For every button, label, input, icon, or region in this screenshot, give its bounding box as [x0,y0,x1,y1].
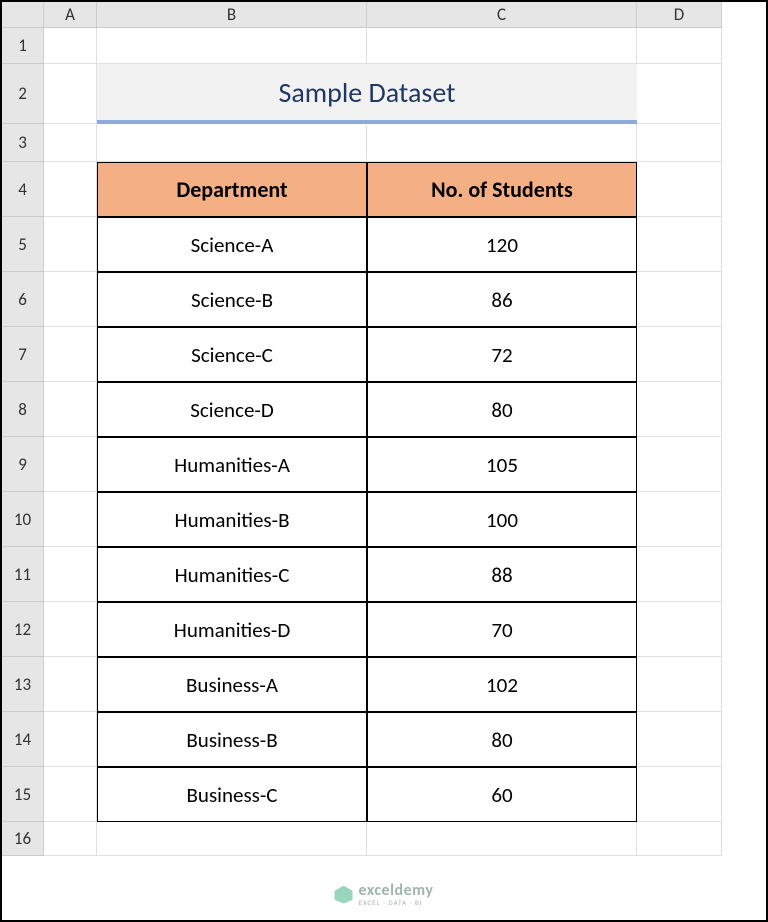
cell-A8[interactable] [44,382,97,437]
cell-D10[interactable] [637,492,722,547]
table-row[interactable]: 86 [367,272,637,327]
cell-B1[interactable] [97,28,367,64]
watermark-tagline: EXCEL · DATA · BI [359,899,434,906]
row-header-11[interactable]: 11 [2,547,44,602]
cell-A4[interactable] [44,162,97,217]
col-header-C[interactable]: C [367,2,637,28]
cell-B3[interactable] [97,124,367,162]
cell-A11[interactable] [44,547,97,602]
cell-D12[interactable] [637,602,722,657]
cell-A5[interactable] [44,217,97,272]
col-header-B[interactable]: B [97,2,367,28]
col-header-A[interactable]: A [44,2,97,28]
cell-D3[interactable] [637,124,722,162]
watermark: exceldemy EXCEL · DATA · BI [335,883,434,906]
table-row[interactable]: 70 [367,602,637,657]
cell-A6[interactable] [44,272,97,327]
col-header-D[interactable]: D [637,2,722,28]
row-header-13[interactable]: 13 [2,657,44,712]
table-row[interactable]: Business-A [97,657,367,712]
row-header-4[interactable]: 4 [2,162,44,217]
row-header-8[interactable]: 8 [2,382,44,437]
cell-A14[interactable] [44,712,97,767]
table-row[interactable]: Business-C [97,767,367,822]
cell-D4[interactable] [637,162,722,217]
cell-D15[interactable] [637,767,722,822]
cell-B16[interactable] [97,822,367,856]
table-row[interactable]: Science-B [97,272,367,327]
table-row[interactable]: Business-B [97,712,367,767]
row-header-12[interactable]: 12 [2,602,44,657]
cell-D6[interactable] [637,272,722,327]
table-row[interactable]: 120 [367,217,637,272]
cell-D16[interactable] [637,822,722,856]
cell-A10[interactable] [44,492,97,547]
spreadsheet-grid: A B C D 1 2 Sample Dataset 3 4 Departmen… [2,2,766,822]
row-header-14[interactable]: 14 [2,712,44,767]
cell-D1[interactable] [637,28,722,64]
row-header-1[interactable]: 1 [2,28,44,64]
table-header-students[interactable]: No. of Students [367,162,637,217]
select-all-corner[interactable] [2,2,44,28]
sheet-title: Sample Dataset [97,64,637,124]
table-row[interactable]: Science-C [97,327,367,382]
exceldemy-logo-icon [335,886,353,904]
cell-A13[interactable] [44,657,97,712]
cell-D7[interactable] [637,327,722,382]
cell-A3[interactable] [44,124,97,162]
table-row[interactable]: Humanities-A [97,437,367,492]
table-row[interactable]: Science-D [97,382,367,437]
row-header-6[interactable]: 6 [2,272,44,327]
row-header-16[interactable]: 16 [2,822,44,856]
table-row[interactable]: Science-A [97,217,367,272]
cell-A1[interactable] [44,28,97,64]
table-row[interactable]: Humanities-D [97,602,367,657]
watermark-brand: exceldemy [359,883,434,899]
row-header-3[interactable]: 3 [2,124,44,162]
table-row[interactable]: 100 [367,492,637,547]
cell-D9[interactable] [637,437,722,492]
cell-A9[interactable] [44,437,97,492]
row-header-2[interactable]: 2 [2,64,44,124]
table-row[interactable]: 105 [367,437,637,492]
row-header-10[interactable]: 10 [2,492,44,547]
cell-A16[interactable] [44,822,97,856]
table-row[interactable]: 88 [367,547,637,602]
cell-A2[interactable] [44,64,97,124]
cell-D14[interactable] [637,712,722,767]
row-header-9[interactable]: 9 [2,437,44,492]
cell-C3[interactable] [367,124,637,162]
table-row[interactable]: 80 [367,382,637,437]
table-row[interactable]: 72 [367,327,637,382]
table-row[interactable]: Humanities-C [97,547,367,602]
cell-A15[interactable] [44,767,97,822]
cell-D11[interactable] [637,547,722,602]
cell-A12[interactable] [44,602,97,657]
table-row[interactable]: 60 [367,767,637,822]
cell-D5[interactable] [637,217,722,272]
row-header-7[interactable]: 7 [2,327,44,382]
table-row[interactable]: 102 [367,657,637,712]
table-row[interactable]: 80 [367,712,637,767]
cell-A7[interactable] [44,327,97,382]
row-header-5[interactable]: 5 [2,217,44,272]
cell-D8[interactable] [637,382,722,437]
cell-D2[interactable] [637,64,722,124]
cell-D13[interactable] [637,657,722,712]
table-header-department[interactable]: Department [97,162,367,217]
row-header-15[interactable]: 15 [2,767,44,822]
cell-C1[interactable] [367,28,637,64]
cell-C16[interactable] [367,822,637,856]
table-row[interactable]: Humanities-B [97,492,367,547]
